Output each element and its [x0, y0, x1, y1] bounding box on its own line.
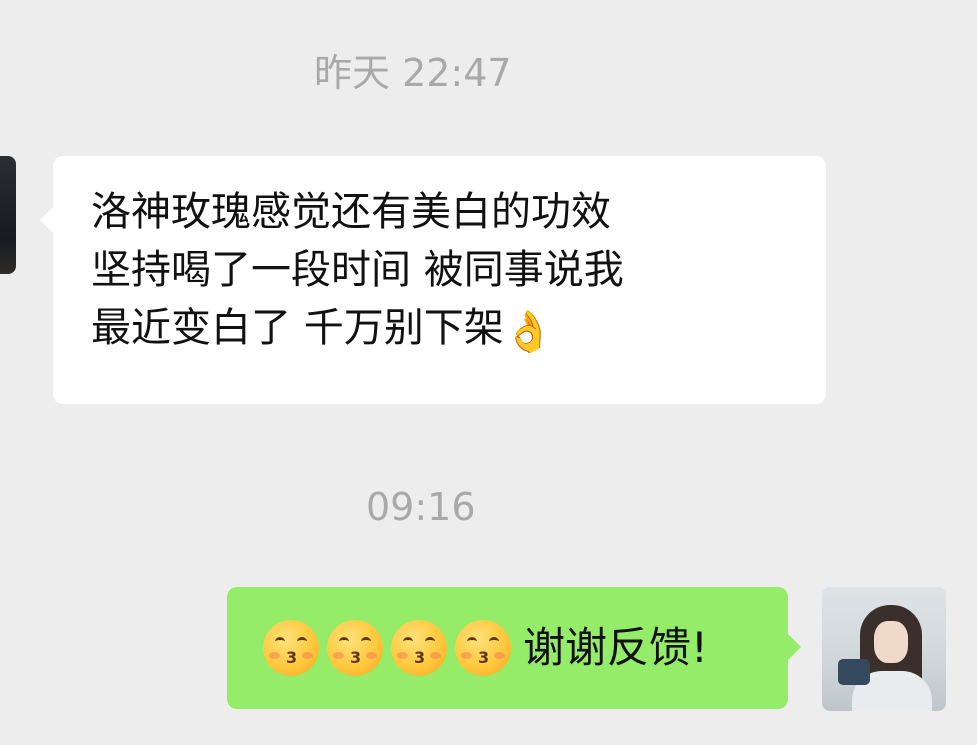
ok-hand-icon: 👌 — [503, 309, 554, 355]
message-line: 洛神玫瑰感觉还有美白的功效 — [91, 189, 611, 235]
avatar-face — [874, 621, 908, 663]
outgoing-message-bubble[interactable]: 3 3 3 3 谢谢反馈! — [227, 587, 801, 709]
kissing-face-icon: 3 — [391, 620, 447, 676]
emoji-row: 3 3 3 3 — [263, 620, 519, 676]
message-line-text: 最近变白了 千万别下架 — [91, 305, 504, 351]
timestamp-today: 09:16 — [366, 485, 476, 529]
message-line-last: 最近变白了 千万别下架👌 — [91, 299, 806, 357]
kissing-face-icon: 3 — [263, 620, 319, 676]
outgoing-message-text: 谢谢反馈! — [523, 623, 708, 672]
my-avatar[interactable] — [822, 587, 946, 711]
camera-icon — [838, 659, 870, 685]
kissing-face-icon: 3 — [455, 620, 511, 676]
timestamp-yesterday: 昨天 22:47 — [314, 51, 512, 95]
incoming-message-bubble[interactable]: 洛神玫瑰感觉还有美白的功效 坚持喝了一段时间 被同事说我 最近变白了 千万别下架… — [40, 156, 826, 404]
message-line: 坚持喝了一段时间 被同事说我 — [91, 247, 624, 293]
contact-avatar[interactable] — [0, 156, 16, 274]
kissing-face-icon: 3 — [327, 620, 383, 676]
